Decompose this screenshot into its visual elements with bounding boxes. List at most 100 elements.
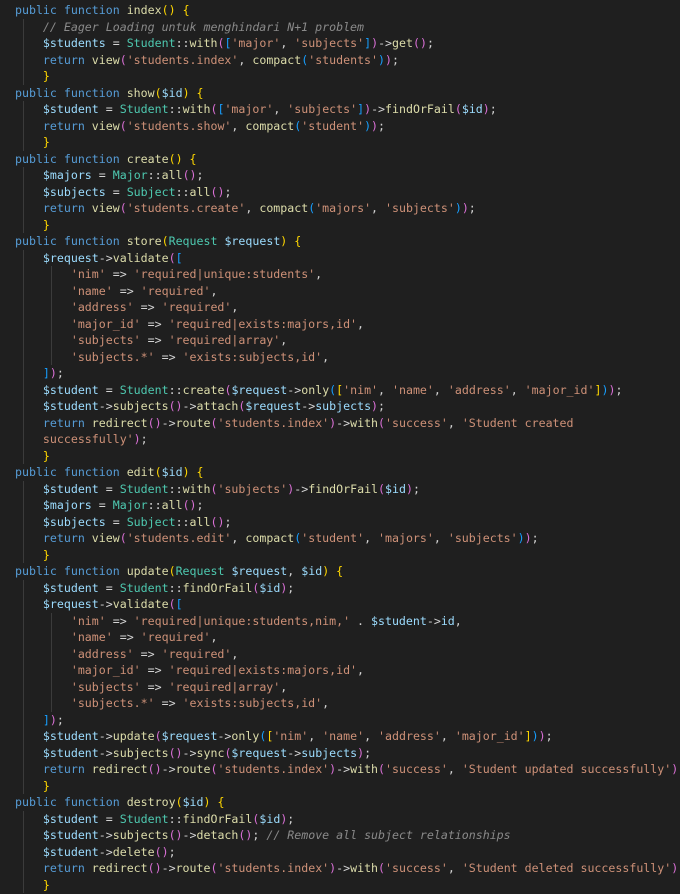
code-token: ; xyxy=(364,745,372,760)
code-token: attach xyxy=(196,399,239,413)
code-line: $student->update($request->only(['nim', … xyxy=(0,728,680,745)
code-token: only xyxy=(231,729,260,743)
code-token: , xyxy=(378,382,393,397)
code-token: ] xyxy=(524,729,532,743)
code-token: ) xyxy=(49,366,57,380)
code-token: ) xyxy=(524,531,532,545)
code-token: $student xyxy=(42,729,99,743)
code-token: $student xyxy=(42,580,99,595)
code-line: $student->subjects()->detach(); // Remov… xyxy=(0,827,680,844)
code-line: 'nim' => 'required|unique:students,nim,'… xyxy=(0,612,680,629)
code-token: } xyxy=(42,69,50,83)
code-token: $student xyxy=(42,828,99,842)
code-token: => xyxy=(154,349,183,364)
code-line: // Eager Loading untuk menghindari N+1 p… xyxy=(0,18,680,35)
code-token: { xyxy=(182,3,190,17)
code-token: -> xyxy=(182,399,197,413)
code-line: return view('students.create', compact('… xyxy=(0,200,680,217)
code-token: 'students.create' xyxy=(126,201,246,215)
code-token: redirect xyxy=(91,762,148,776)
code-token: ) xyxy=(517,531,525,545)
code-token: $request xyxy=(231,382,288,397)
code-token: () xyxy=(161,3,176,17)
code-token: -> xyxy=(98,844,113,859)
code-token: ( xyxy=(168,250,176,265)
code-token: 'major_id' xyxy=(70,316,141,331)
indent-guide xyxy=(51,678,52,695)
indent-guide xyxy=(23,761,24,778)
code-token: :: xyxy=(147,168,162,182)
code-token: Major xyxy=(112,168,148,182)
code-token: public xyxy=(15,465,57,479)
code-token: with xyxy=(350,415,379,430)
code-line: 'major_id' => 'required|exists:majors,id… xyxy=(0,315,680,332)
code-token: findOrFail xyxy=(385,102,455,116)
code-token: , xyxy=(322,349,330,364)
indent-guide xyxy=(51,266,52,283)
indent-guide xyxy=(23,101,24,118)
code-token: ( xyxy=(454,102,462,116)
code-token: validate xyxy=(112,597,169,611)
code-line: $student = Student::with ('subjects') ->fi… xyxy=(0,480,680,497)
indent-guide xyxy=(23,18,24,35)
code-token: 'required' xyxy=(140,630,211,644)
indent-guide xyxy=(23,678,24,695)
code-line: public function show($id) { xyxy=(0,85,680,102)
code-token: 'required|unique:students,nim,' xyxy=(133,613,351,628)
code-token: ( xyxy=(119,201,127,215)
code-token: route xyxy=(175,861,211,875)
code-token: subjects xyxy=(301,745,358,760)
code-line: $student = Student::with(['major', 'subj… xyxy=(0,101,680,118)
code-token: 'students.index' xyxy=(217,762,330,776)
indent-guide xyxy=(23,876,24,893)
code-token: $student xyxy=(42,481,99,496)
code-line: return redirect()->route('students.index… xyxy=(0,414,680,431)
code-token: return xyxy=(42,118,85,133)
code-token: Student xyxy=(119,481,169,496)
code-token: 'student' xyxy=(301,531,365,545)
code-token: } xyxy=(42,778,50,793)
indent-guide xyxy=(23,711,24,728)
code-token: 'students.index' xyxy=(126,52,239,67)
code-token: :: xyxy=(168,811,183,826)
code-line: return view('students.show', compact('st… xyxy=(0,117,680,134)
code-token: -> xyxy=(287,382,302,397)
code-token: ; xyxy=(468,201,476,215)
indent-guide xyxy=(23,497,24,514)
code-token: 'address' xyxy=(378,729,441,743)
code-editor[interactable]: public function index() { // Eager Loadi… xyxy=(0,0,680,894)
code-token: 'nim' xyxy=(273,729,309,743)
indent-guide xyxy=(23,348,24,365)
code-line: } xyxy=(0,447,680,464)
code-token: 'major_id' xyxy=(524,382,595,397)
code-token: => xyxy=(133,646,162,661)
code-line: $majors = Major::all(); xyxy=(0,167,680,184)
code-token: , xyxy=(510,382,525,397)
code-token: ) xyxy=(531,729,539,743)
code-token: $id xyxy=(161,85,183,100)
code-token: () xyxy=(154,844,169,859)
code-token: 'nim' xyxy=(70,613,106,628)
code-token: -> xyxy=(301,399,316,413)
code-token: , xyxy=(357,316,365,331)
code-token: { xyxy=(196,465,204,479)
code-token: ; xyxy=(378,399,386,413)
code-token: ) xyxy=(454,201,462,215)
code-token: Student xyxy=(119,580,169,595)
indent-guide xyxy=(23,68,24,85)
code-token: $request xyxy=(231,745,288,760)
code-token: validate xyxy=(112,250,169,265)
indent-guide xyxy=(23,117,24,134)
code-token: public xyxy=(15,564,57,578)
code-token: with xyxy=(189,36,218,50)
code-token: ; xyxy=(224,514,232,529)
code-token: $student xyxy=(42,382,99,397)
